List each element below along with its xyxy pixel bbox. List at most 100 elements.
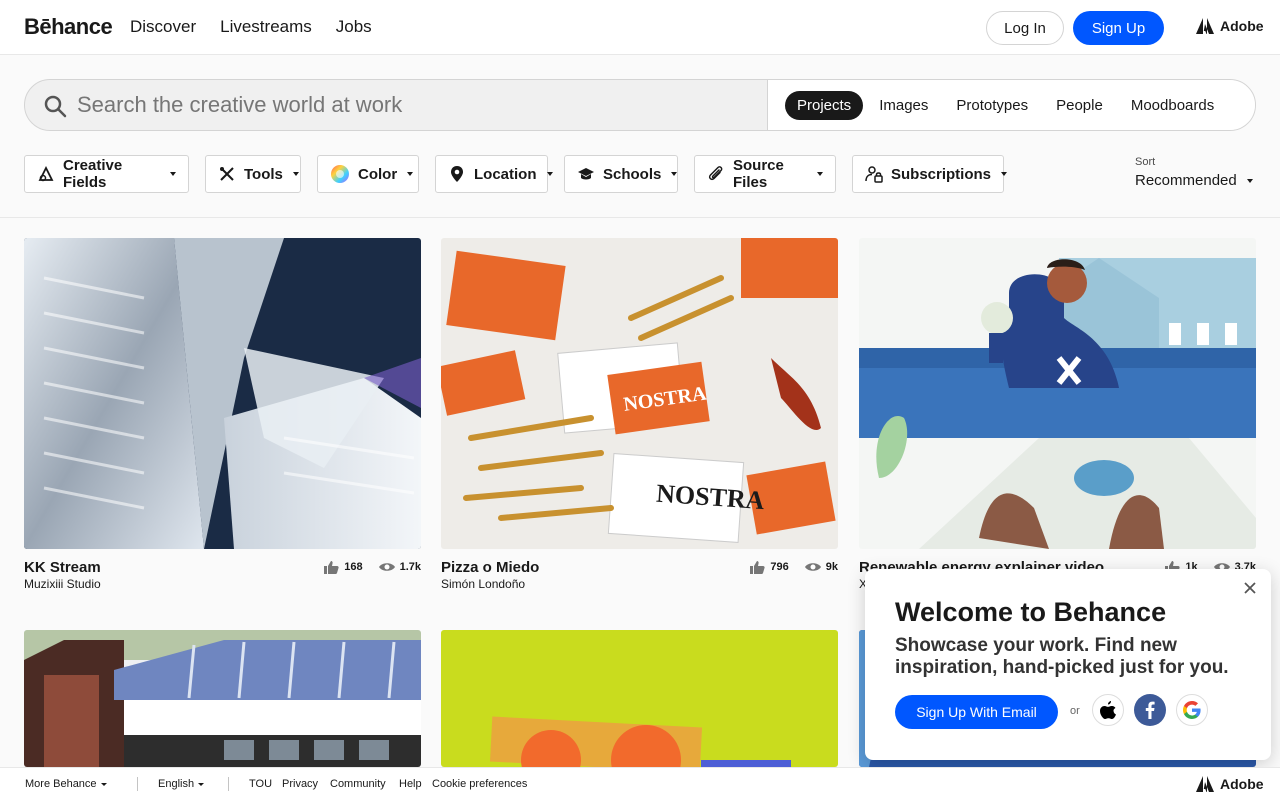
footer-link-cookie-preferences[interactable]: Cookie preferences bbox=[432, 778, 527, 790]
login-button[interactable]: Log In bbox=[986, 11, 1064, 45]
footer-link-tou[interactable]: TOU bbox=[249, 778, 272, 790]
tab-images[interactable]: Images bbox=[867, 91, 940, 120]
more-behance-menu[interactable]: More Behance bbox=[25, 778, 107, 790]
project-image bbox=[859, 238, 1256, 549]
project-image bbox=[24, 238, 421, 549]
chevron-down-icon bbox=[817, 172, 823, 176]
sort-dropdown[interactable]: Sort Recommended bbox=[1135, 156, 1253, 189]
filter-schools[interactable]: Schools bbox=[564, 155, 678, 193]
likes-stat: 796 bbox=[749, 560, 789, 574]
footer-adobe-label: Adobe bbox=[1220, 776, 1264, 792]
adobe-link[interactable]: Adobe bbox=[1196, 18, 1264, 34]
tab-projects[interactable]: Projects bbox=[785, 90, 864, 120]
top-navigation-bar: Bēhance Discover Livestreams Jobs Log In… bbox=[0, 0, 1280, 55]
footer-divider bbox=[137, 777, 138, 791]
adobe-logo-icon bbox=[1196, 18, 1214, 34]
tab-prototypes[interactable]: Prototypes bbox=[944, 91, 1040, 120]
project-card[interactable] bbox=[24, 630, 421, 767]
project-thumbnail[interactable] bbox=[24, 238, 421, 549]
signup-button[interactable]: Sign Up bbox=[1073, 11, 1164, 45]
language-label: English bbox=[158, 778, 195, 790]
eye-icon bbox=[378, 563, 395, 571]
project-thumbnail[interactable] bbox=[859, 238, 1256, 549]
nav-jobs[interactable]: Jobs bbox=[336, 17, 372, 37]
likes-stat: 168 bbox=[323, 560, 363, 574]
project-image: NOSTRA NOSTRA bbox=[441, 238, 838, 549]
filter-label: Tools bbox=[244, 165, 283, 183]
filter-color[interactable]: Color bbox=[317, 155, 419, 193]
color-wheel-icon bbox=[331, 165, 349, 183]
chevron-down-icon bbox=[407, 172, 414, 176]
or-separator: or bbox=[1070, 705, 1080, 717]
sort-label: Sort bbox=[1135, 156, 1156, 168]
project-owner[interactable]: Simón Londoño bbox=[441, 577, 525, 591]
project-stats: 168 1.7k bbox=[323, 560, 421, 574]
filter-source-files[interactable]: Source Files bbox=[694, 155, 836, 193]
filter-label: Location bbox=[474, 165, 537, 183]
adobe-label: Adobe bbox=[1220, 18, 1264, 34]
project-title[interactable]: Pizza o Miedo bbox=[441, 559, 539, 576]
eye-icon bbox=[804, 563, 821, 571]
filter-location[interactable]: Location bbox=[435, 155, 553, 193]
search-type-tabs: Projects Images Prototypes People Moodbo… bbox=[767, 80, 1255, 130]
tab-moodboards[interactable]: Moodboards bbox=[1119, 91, 1226, 120]
thumbs-up-icon bbox=[750, 561, 766, 574]
google-icon bbox=[1183, 701, 1201, 719]
views-stat: 1.7k bbox=[378, 560, 421, 574]
views-count: 9k bbox=[825, 561, 838, 573]
filter-creative-fields[interactable]: Creative Fields bbox=[24, 155, 189, 193]
language-selector[interactable]: English bbox=[158, 778, 205, 790]
project-thumbnail[interactable]: NOSTRA NOSTRA bbox=[441, 238, 838, 549]
project-meta: KK Stream Muzixiii Studio 168 1.7k bbox=[24, 549, 421, 593]
likes-count: 168 bbox=[344, 561, 363, 573]
close-icon[interactable] bbox=[1243, 581, 1257, 595]
facebook-signin-button[interactable] bbox=[1134, 694, 1166, 726]
project-thumbnail[interactable] bbox=[24, 630, 421, 767]
search-icon bbox=[44, 95, 67, 118]
tab-people[interactable]: People bbox=[1044, 91, 1115, 120]
filter-label: Creative Fields bbox=[63, 157, 123, 191]
filter-label: Color bbox=[358, 165, 398, 183]
project-title[interactable]: KK Stream bbox=[24, 559, 101, 576]
footer-adobe-link[interactable]: Adobe bbox=[1196, 776, 1264, 792]
filter-subscriptions[interactable]: Subscriptions bbox=[852, 155, 1008, 193]
nav-discover[interactable]: Discover bbox=[130, 17, 196, 37]
project-stats: 796 9k bbox=[749, 560, 838, 574]
footer-link-community[interactable]: Community bbox=[330, 778, 386, 790]
filter-label: Source Files bbox=[733, 157, 784, 191]
footer-link-help[interactable]: Help bbox=[399, 778, 422, 790]
chevron-down-icon bbox=[671, 172, 678, 176]
sort-value: Recommended bbox=[1135, 172, 1253, 189]
project-thumbnail[interactable] bbox=[441, 630, 838, 767]
facebook-icon bbox=[1145, 701, 1155, 719]
apple-signin-button[interactable] bbox=[1092, 694, 1124, 726]
project-card[interactable] bbox=[441, 630, 838, 767]
project-card[interactable]: Renewable energy explainer video X 1k 3.… bbox=[859, 238, 1256, 593]
creative-fields-icon bbox=[38, 165, 54, 182]
google-signin-button[interactable] bbox=[1176, 694, 1208, 726]
views-stat: 9k bbox=[804, 560, 838, 574]
chevron-down-icon bbox=[198, 782, 205, 786]
chevron-down-icon bbox=[1246, 178, 1253, 183]
chevron-down-icon bbox=[170, 172, 176, 176]
search-input[interactable] bbox=[77, 80, 767, 130]
project-image bbox=[24, 630, 421, 767]
more-behance-label: More Behance bbox=[25, 778, 97, 790]
filter-label: Schools bbox=[603, 165, 662, 183]
project-card[interactable]: KK Stream Muzixiii Studio 168 1.7k bbox=[24, 238, 421, 593]
welcome-popup: Welcome to Behance Showcase your work. F… bbox=[865, 569, 1271, 760]
chevron-down-icon bbox=[100, 782, 107, 786]
divider bbox=[0, 217, 1280, 218]
location-pin-icon bbox=[451, 166, 463, 182]
signup-email-button[interactable]: Sign Up With Email bbox=[895, 695, 1058, 729]
project-card[interactable]: NOSTRA NOSTRA Pizza o Miedo Simón Londoñ… bbox=[441, 238, 838, 593]
project-owner[interactable]: Muzixiii Studio bbox=[24, 577, 101, 591]
filter-tools[interactable]: Tools bbox=[205, 155, 301, 193]
nav-livestreams[interactable]: Livestreams bbox=[220, 17, 312, 37]
filter-label: Subscriptions bbox=[891, 165, 992, 183]
footer-link-privacy[interactable]: Privacy bbox=[282, 778, 318, 790]
behance-logo[interactable]: Bēhance bbox=[24, 14, 113, 40]
welcome-title: Welcome to Behance bbox=[895, 597, 1167, 627]
main-nav: Discover Livestreams Jobs bbox=[130, 17, 372, 37]
likes-count: 796 bbox=[770, 561, 789, 573]
